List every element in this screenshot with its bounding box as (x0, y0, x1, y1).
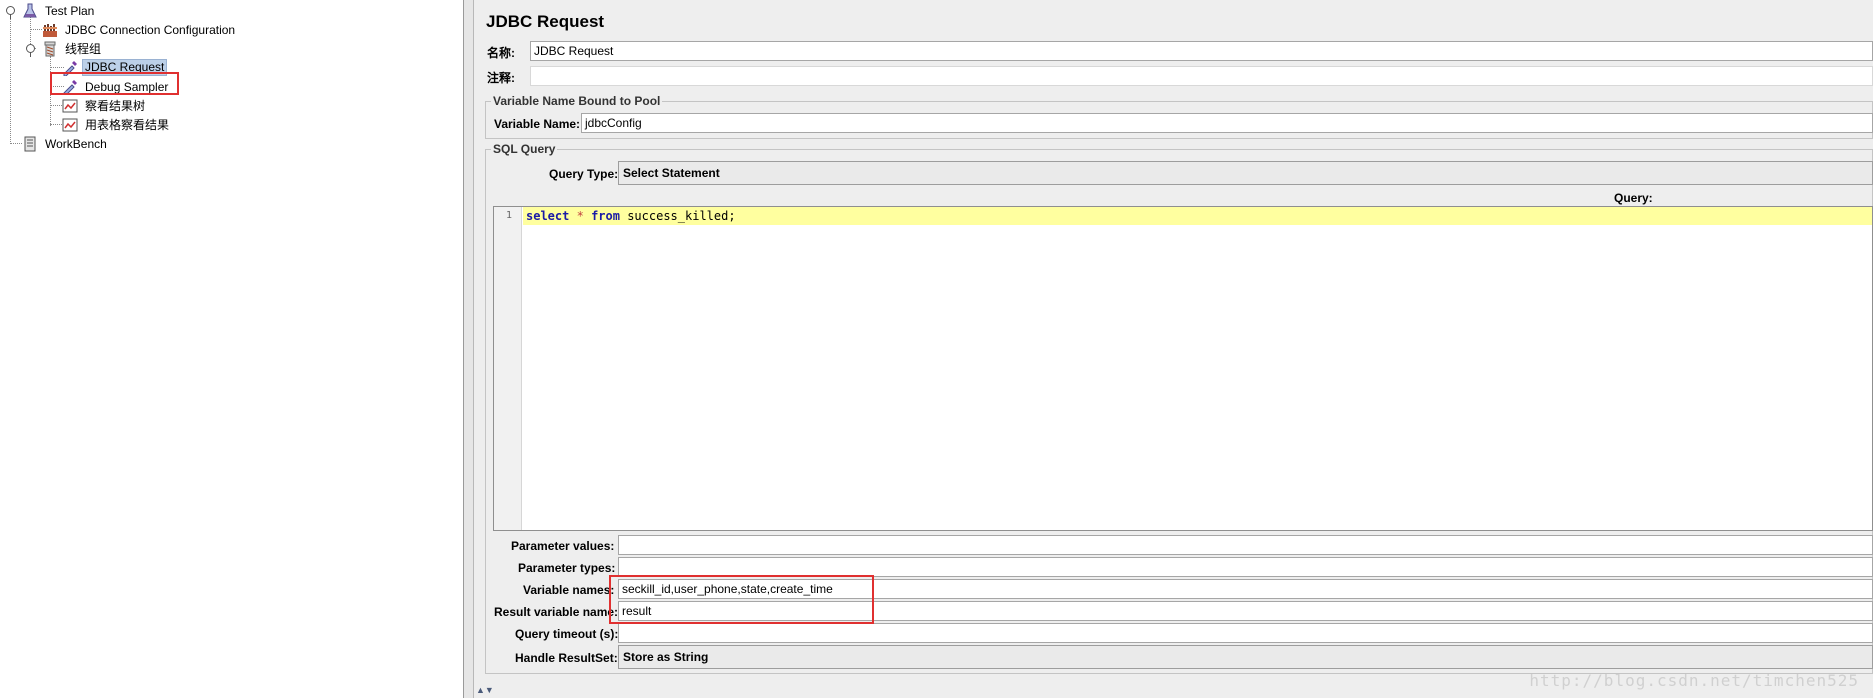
query-type-label: Query Type: (549, 167, 619, 181)
flask-icon (22, 3, 38, 19)
sql-keyword: from (591, 209, 620, 223)
highlight-box (50, 72, 179, 95)
variable-name-field[interactable]: jdbcConfig (581, 113, 1873, 133)
tree-node-view-results-table[interactable]: 用表格察看结果 (62, 115, 172, 133)
query-timeout-field[interactable] (618, 623, 1873, 643)
sql-table-name: success_killed; (627, 209, 736, 223)
tree-node-label: JDBC Connection Configuration (65, 22, 236, 37)
page-title: JDBC Request (486, 12, 605, 31)
result-variable-name-label: Result variable name: (494, 605, 619, 619)
query-timeout-label: Query timeout (s): (515, 627, 619, 641)
variable-name-label: Variable Name: (494, 117, 581, 131)
sql-query-group-title: SQL Query (491, 142, 558, 156)
line-number: 1 (505, 210, 512, 221)
tree-node-label: Test Plan (45, 3, 95, 18)
parameter-values-label: Parameter values: (511, 539, 615, 553)
collapse-arrows-icon[interactable]: ▲▼ (476, 685, 494, 695)
query-label: Query: (1614, 191, 1653, 205)
chart-icon (62, 98, 78, 114)
tree-node-jdbc-connection-configuration[interactable]: JDBC Connection Configuration (42, 20, 238, 38)
comment-field[interactable] (530, 66, 1873, 86)
config-icon (42, 22, 58, 38)
chart-icon (62, 117, 78, 133)
tree-connector (30, 29, 42, 30)
watermark: http://blog.csdn.net/timchen525 (1529, 671, 1859, 690)
thread-group-icon (42, 41, 58, 57)
tree-connector (10, 143, 22, 144)
tree-node-label: WorkBench (45, 136, 107, 151)
query-code-line[interactable]: select * from success_killed; (523, 207, 1872, 225)
test-plan-tree[interactable]: Test Plan JDBC Connection Configuration … (0, 0, 464, 698)
name-field[interactable]: JDBC Request (530, 41, 1873, 61)
split-pane-divider[interactable] (464, 0, 474, 698)
tree-node-label: 线程组 (65, 41, 102, 56)
tree-node-workbench[interactable]: WorkBench (22, 134, 110, 152)
tree-node-test-plan[interactable]: Test Plan (22, 1, 97, 19)
parameter-values-field[interactable] (618, 535, 1873, 555)
collapse-toggle-icon[interactable] (26, 44, 35, 57)
line-number-gutter: 1 (494, 207, 522, 530)
parameter-types-field[interactable] (618, 557, 1873, 577)
comment-label: 注释: (487, 71, 515, 85)
sql-operator: * (576, 209, 584, 223)
query-editor[interactable]: 1 select * from success_killed; (493, 206, 1873, 531)
tree-node-thread-group[interactable]: 线程组 (42, 39, 104, 57)
pool-group-title: Variable Name Bound to Pool (491, 94, 663, 108)
handle-resultset-label: Handle ResultSet: (515, 651, 618, 665)
sql-keyword: select (526, 209, 570, 223)
workbench-icon (22, 136, 38, 152)
variable-names-label: Variable names: (523, 583, 615, 597)
highlight-box (609, 575, 874, 624)
parameter-types-label: Parameter types: (518, 561, 616, 575)
collapse-toggle-icon[interactable] (6, 6, 15, 19)
tree-connector (30, 14, 31, 48)
handle-resultset-select[interactable]: Store as String (618, 645, 1873, 669)
tree-node-view-results-tree[interactable]: 察看结果树 (62, 96, 148, 114)
tree-connector (10, 14, 11, 144)
query-type-select[interactable]: Select Statement (618, 161, 1873, 185)
name-label: 名称: (487, 46, 515, 60)
tree-node-label: 察看结果树 (85, 98, 146, 113)
tree-node-label: 用表格察看结果 (85, 117, 170, 132)
